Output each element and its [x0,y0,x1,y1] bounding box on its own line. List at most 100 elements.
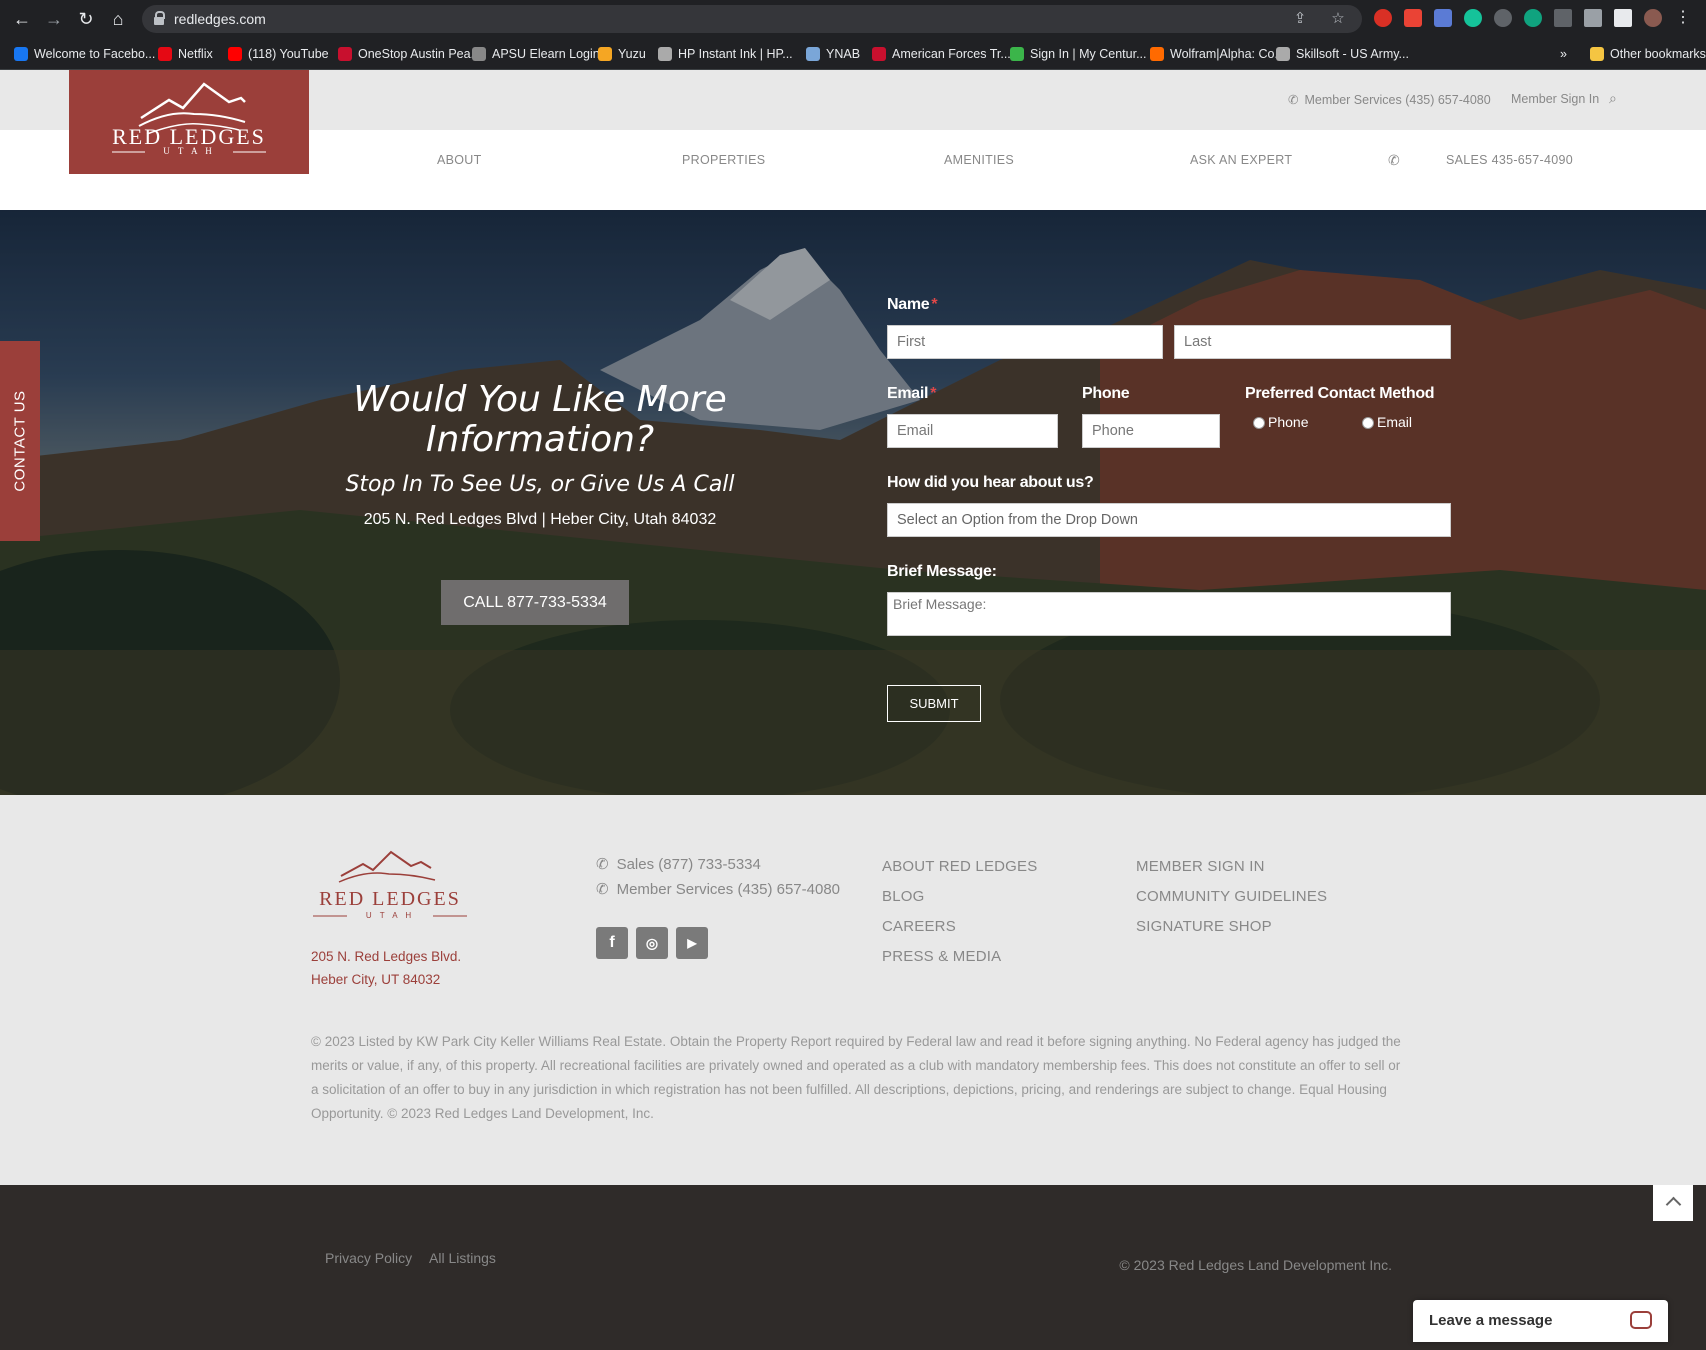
camera-extension-icon[interactable] [1434,9,1452,27]
email-radio[interactable] [1362,417,1374,429]
nav-sales-phone[interactable]: SALES 435-657-4090 [1446,153,1573,167]
nav-about[interactable]: ABOUT [437,153,482,167]
bookmark-favicon-icon [472,47,486,61]
instagram-icon[interactable]: ◎ [636,927,668,959]
bookmark-item[interactable]: Welcome to Facebo... [14,46,155,62]
member-services-link[interactable]: ✆ Member Services (435) 657-4080 [1288,92,1491,107]
sidebar-icon[interactable] [1614,9,1632,27]
footer: RED LEDGES U T A H 205 N. Red Ledges Blv… [0,795,1706,1185]
footer-member-phone[interactable]: ✆ Member Services (435) 657-4080 [596,880,840,899]
bookmark-item[interactable]: HP Instant Ink | HP... [658,46,793,62]
forward-arrow-icon[interactable]: → [42,7,66,31]
nav-ask-an-expert[interactable]: ASK AN EXPERT [1190,153,1292,167]
assistant-extension-icon[interactable] [1524,9,1542,27]
footer-sales-phone[interactable]: ✆ Sales (877) 733-5334 [596,855,761,874]
browser-toolbar: ← → ↻ ⌂ redledges.com ⇪ ☆ ⋮ [0,0,1706,38]
name-label: Name * [887,296,938,313]
menu-dots-icon[interactable]: ⋮ [1674,9,1692,27]
adblock-extension-icon[interactable] [1374,9,1392,27]
phone-label: Phone [1082,385,1130,402]
footer-logo-wordmark: RED LEDGES [319,888,461,910]
bookmark-label: Skillsoft - US Army... [1296,47,1409,61]
hero-subtitle: Stop In To See Us, or Give Us A Call [345,472,735,497]
site-logo[interactable]: RED LEDGES U T A H [69,70,309,174]
bookmark-item[interactable]: (118) YouTube [228,46,329,62]
reload-icon[interactable]: ↻ [74,7,98,31]
bookmark-item[interactable]: Yuzu [598,46,646,62]
facebook-icon[interactable]: f [596,927,628,959]
copyright: © 2023 Red Ledges Land Development Inc. [1119,1257,1392,1273]
contact-us-tab[interactable]: CONTACT US [0,341,40,541]
profile-avatar[interactable] [1644,9,1662,27]
footer-link-press[interactable]: PRESS & MEDIA [882,948,1001,965]
bookmark-favicon-icon [1150,47,1164,61]
contact-hero: CONTACT US Would You Like More Informati… [0,210,1706,795]
footer-link-member-sign-in[interactable]: MEMBER SIGN IN [1136,858,1265,875]
bookmark-item[interactable]: APSU Elearn Login [472,46,600,62]
bookmark-item[interactable]: Skillsoft - US Army... [1276,46,1409,62]
bookmark-favicon-icon [14,47,28,61]
message-textarea[interactable]: Brief Message: [887,592,1451,636]
play-extension-icon[interactable] [1494,9,1512,27]
phone-input[interactable]: Phone [1082,414,1220,448]
submit-button[interactable]: SUBMIT [887,685,981,722]
email-radio-label: Email [1377,414,1413,430]
bookmark-label: Sign In | My Centur... [1030,47,1147,61]
nav-amenities[interactable]: AMENITIES [944,153,1014,167]
first-name-input[interactable]: First [887,325,1163,359]
gmail-extension-icon[interactable] [1404,9,1422,27]
bookmark-label: Welcome to Facebo... [34,47,156,61]
bookmarks-overflow-button[interactable]: » [1560,46,1567,62]
hear-about-select[interactable]: Select an Option from the Drop Down [887,503,1451,537]
footer-logo[interactable]: RED LEDGES U T A H [311,850,471,925]
bookmark-item[interactable]: Wolfram|Alpha: Co... [1150,46,1285,62]
email-label: Email * [887,385,937,402]
bookmark-item[interactable]: OneStop Austin Pea... [338,46,481,62]
bookmark-star-icon[interactable]: ☆ [1330,11,1346,27]
other-bookmarks-folder[interactable]: Other bookmarks [1590,46,1706,62]
dropbox-extension-icon[interactable] [1554,9,1572,27]
bookmark-label: APSU Elearn Login [492,47,600,61]
bookmark-favicon-icon [806,47,820,61]
scroll-to-top-button[interactable] [1653,1185,1693,1221]
phone-radio-label: Phone [1268,414,1309,430]
footer-link-signature-shop[interactable]: SIGNATURE SHOP [1136,918,1272,935]
message-label: Brief Message: [887,563,997,580]
bookmarks-bar: » Other bookmarks Welcome to Facebo... Ne… [0,38,1706,70]
privacy-policy-link[interactable]: Privacy Policy [325,1250,412,1266]
footer-link-community-guidelines[interactable]: COMMUNITY GUIDELINES [1136,888,1327,905]
member-sign-in-link[interactable]: Member Sign In [1511,92,1599,106]
nav-properties[interactable]: PROPERTIES [682,153,765,167]
search-icon[interactable]: ⌕ [1609,90,1617,107]
all-listings-link[interactable]: All Listings [429,1250,496,1266]
footer-address: 205 N. Red Ledges Blvd. Heber City, UT 8… [311,949,462,987]
last-name-input[interactable]: Last [1174,325,1451,359]
phone-icon: ✆ [1288,93,1299,107]
footer-link-careers[interactable]: CAREERS [882,918,956,935]
bookmark-item[interactable]: YNAB [806,46,860,62]
bookmark-favicon-icon [338,47,352,61]
extensions-bar: ⋮ [1374,9,1692,29]
legal-disclaimer: © 2023 Listed by KW Park City Keller Wil… [311,1034,1401,1121]
url-text: redledges.com [174,11,266,27]
bookmark-item[interactable]: Sign In | My Centur... [1010,46,1147,62]
bookmark-item[interactable]: American Forces Tr... [872,46,1011,62]
home-icon[interactable]: ⌂ [106,7,130,31]
hero-text-block: Would You Like More Information? Stop In… [330,380,750,529]
grammarly-extension-icon[interactable] [1464,9,1482,27]
bookmark-label: Wolfram|Alpha: Co... [1170,47,1285,61]
email-input[interactable]: Email [887,414,1058,448]
address-bar[interactable]: redledges.com ⇪ ☆ [142,5,1362,33]
footer-link-about[interactable]: ABOUT RED LEDGES [882,858,1037,875]
phone-radio[interactable] [1253,417,1265,429]
bookmark-favicon-icon [228,47,242,61]
puzzle-extensions-icon[interactable] [1584,9,1602,27]
bookmark-item[interactable]: Netflix [158,46,213,62]
youtube-icon[interactable]: ▶ [676,927,708,959]
back-arrow-icon[interactable]: ← [10,7,34,31]
share-icon[interactable]: ⇪ [1292,11,1308,27]
lock-icon [154,11,165,25]
chat-widget[interactable]: Leave a message [1413,1300,1668,1342]
footer-link-blog[interactable]: BLOG [882,888,924,905]
call-button[interactable]: CALL 877-733-5334 [441,580,629,625]
